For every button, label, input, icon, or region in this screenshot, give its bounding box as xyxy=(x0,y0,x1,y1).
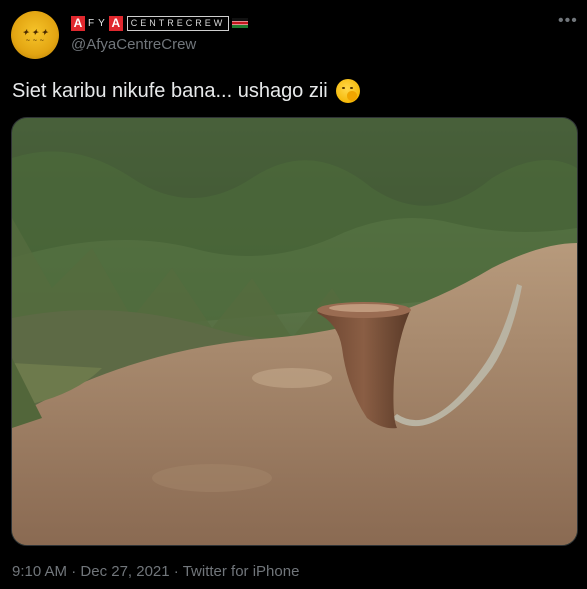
profile-avatar[interactable]: ✦ ✦ ✦ ~ ~ ~ xyxy=(11,11,59,59)
logo-letter-a: A xyxy=(71,15,85,31)
logo-letter-a-second: A xyxy=(108,15,123,31)
logo-letter-f: F xyxy=(88,17,96,29)
tweet-media-photo[interactable] xyxy=(11,117,578,546)
user-handle[interactable]: @AfyaCentreCrew xyxy=(71,36,196,53)
face-with-hand-over-mouth-emoji-icon xyxy=(335,79,360,103)
tweet-time[interactable]: 9:10 AM xyxy=(12,563,67,580)
display-name[interactable]: A F Y A CENTRECREW xyxy=(71,15,249,31)
tweet-date[interactable]: Dec 27, 2021 xyxy=(80,563,169,580)
tweet-source[interactable]: Twitter for iPhone xyxy=(183,563,300,580)
more-options-icon[interactable]: ••• xyxy=(558,12,578,30)
tweet-text: Siet karibu nikufe bana... ushago zii xyxy=(12,79,328,102)
logo-letter-y: Y xyxy=(98,17,106,29)
meta-separator: · xyxy=(71,563,77,580)
meta-separator: · xyxy=(173,563,179,580)
photo-dirt-road-snake-shaped-leaf xyxy=(12,118,577,545)
avatar-logo-art: ✦ ✦ ✦ ~ ~ ~ xyxy=(22,27,48,44)
tweet-metadata: 9:10 AM · Dec 27, 2021 · Twitter for iPh… xyxy=(12,563,299,580)
logo-text-centrecrew: CENTRECREW xyxy=(126,15,230,31)
kenya-flag-icon xyxy=(232,18,249,28)
tweet-body: Siet karibu nikufe bana... ushago zii xyxy=(12,79,360,103)
